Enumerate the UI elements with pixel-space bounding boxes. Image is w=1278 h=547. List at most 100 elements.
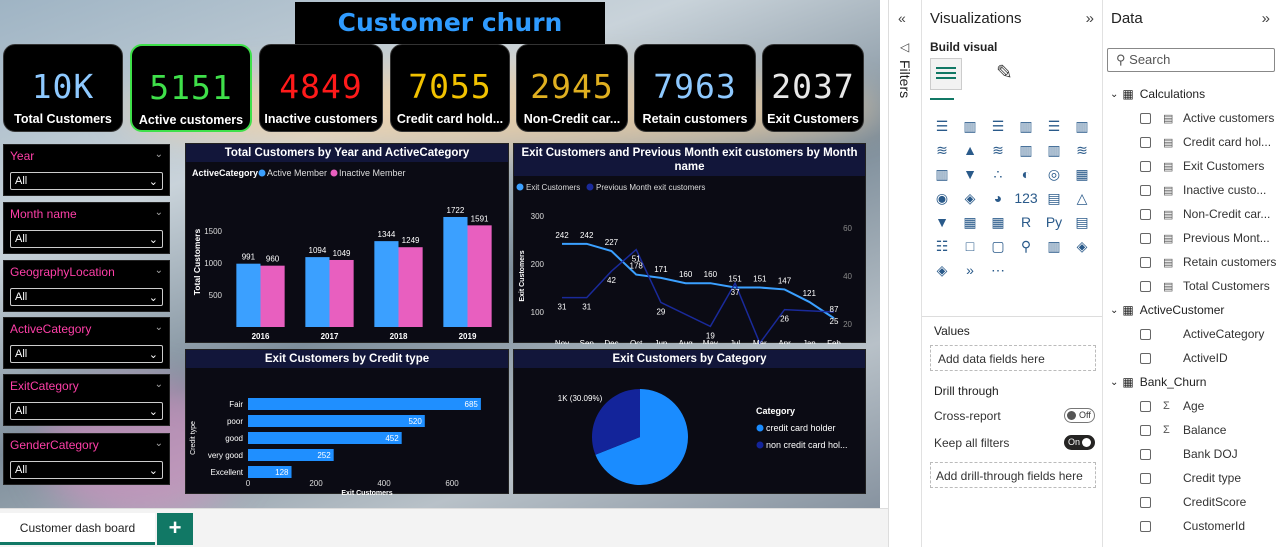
power-apps-icon[interactable]: ◈ — [1070, 234, 1094, 258]
decomposition-tree-icon[interactable]: ☷ — [930, 234, 954, 258]
filled-map-icon[interactable]: ◈ — [958, 186, 982, 210]
clustered-column-icon[interactable]: ▥ — [1014, 114, 1038, 138]
100-bar-icon[interactable]: ☰ — [1042, 114, 1066, 138]
scatter-icon[interactable]: ∴ — [986, 162, 1010, 186]
kpi-card[interactable]: 2037 Exit Customers — [762, 44, 864, 132]
area-chart-icon[interactable]: ▲ — [958, 138, 982, 162]
add-drill-through-well[interactable]: Add drill-through fields here — [930, 462, 1096, 488]
chevron-down-icon[interactable]: ⌄ — [155, 149, 163, 163]
pie-chart-category[interactable]: Exit Customers by Category 1K (69.91%)1K… — [513, 349, 866, 505]
pie-icon[interactable]: ◐ — [1014, 162, 1038, 186]
card-icon[interactable]: 123 — [1014, 186, 1038, 210]
kpi-card[interactable]: 7963 Retain customers — [634, 44, 756, 132]
slicer[interactable]: Year ⌄ All ⌄ — [3, 144, 170, 196]
chevron-down-icon[interactable]: ⌄ — [155, 265, 163, 279]
field-checkbox[interactable] — [1140, 160, 1151, 172]
ribbon-chart-icon[interactable]: ≋ — [1070, 138, 1094, 162]
kpi-card[interactable]: 7055 Credit card hold... — [390, 44, 510, 132]
slicer[interactable]: ExitCategory ⌄ All ⌄ — [3, 374, 170, 426]
line-chart-month[interactable]: Exit Customers and Previous Month exit c… — [513, 143, 866, 357]
narrative-icon[interactable]: ▢ — [986, 234, 1010, 258]
qa-icon[interactable]: □ — [958, 234, 982, 258]
slicer-dropdown[interactable]: All ⌄ — [10, 230, 163, 248]
table-group[interactable]: ⌄ ▦ ActiveCustomer — [1110, 303, 1224, 317]
field-checkbox[interactable] — [1140, 472, 1151, 484]
stacked-column-icon[interactable]: ▥ — [958, 114, 982, 138]
field-item[interactable]: ▤ Previous Mont... — [1140, 231, 1270, 245]
waterfall-icon[interactable]: ▥ — [930, 162, 954, 186]
field-checkbox[interactable] — [1140, 328, 1151, 340]
chevron-down-icon[interactable]: ⌄ — [1110, 377, 1118, 388]
hbar-chart-credit[interactable]: Exit Customers by Credit type Fair 685 poo… — [185, 349, 509, 497]
field-checkbox[interactable] — [1140, 280, 1151, 292]
field-item[interactable]: ▤ Total Customers — [1140, 279, 1270, 293]
add-data-fields-well[interactable]: Add data fields here — [930, 345, 1096, 371]
kpi-icon[interactable]: △ — [1070, 186, 1094, 210]
chevron-down-icon[interactable]: ⌄ — [1110, 305, 1118, 316]
slicer-dropdown[interactable]: All ⌄ — [10, 172, 163, 190]
field-item[interactable]: ▤ Retain customers — [1140, 255, 1276, 269]
format-visual-icon[interactable]: ✎ — [996, 60, 1013, 85]
slicer-dropdown[interactable]: All ⌄ — [10, 345, 163, 363]
field-item[interactable]: Σ Age — [1140, 399, 1204, 413]
100-column-icon[interactable]: ▥ — [1070, 114, 1094, 138]
field-checkbox[interactable] — [1140, 232, 1151, 244]
collapse-chevron-icon[interactable]: » — [1262, 10, 1270, 27]
field-item[interactable]: ActiveID — [1140, 351, 1228, 365]
filters-label[interactable]: Filters — [897, 60, 913, 98]
stacked-bar-icon[interactable]: ☰ — [930, 114, 954, 138]
field-item[interactable]: ActiveCategory — [1140, 327, 1264, 341]
chevron-down-icon[interactable]: ⌄ — [155, 438, 163, 452]
funnel-icon[interactable]: ▼ — [958, 162, 982, 186]
gauge-icon[interactable]: ◕ — [986, 186, 1010, 210]
build-visual-icon[interactable] — [930, 58, 962, 90]
page-tab-customer-dash-board[interactable]: Customer dash board — [0, 513, 155, 545]
r-visual-icon[interactable]: R — [1014, 210, 1038, 234]
field-checkbox[interactable] — [1140, 136, 1151, 148]
stacked-area-icon[interactable]: ≋ — [986, 138, 1010, 162]
multi-row-card-icon[interactable]: ▤ — [1042, 186, 1066, 210]
field-checkbox[interactable] — [1140, 424, 1151, 436]
field-item[interactable]: Σ Balance — [1140, 423, 1226, 437]
bar-chart-year[interactable]: Total Customers by Year and ActiveCatego… — [185, 143, 509, 355]
field-checkbox[interactable] — [1140, 352, 1151, 364]
field-checkbox[interactable] — [1140, 208, 1151, 220]
treemap-icon[interactable]: ▦ — [1070, 162, 1094, 186]
slicer-dropdown[interactable]: All ⌄ — [10, 288, 163, 306]
more-visuals-icon[interactable]: ⋯ — [986, 258, 1010, 282]
line-clustered-icon[interactable]: ▥ — [1042, 138, 1066, 162]
table-icon[interactable]: ▦ — [958, 210, 982, 234]
chevron-down-icon[interactable]: ⌄ — [155, 322, 163, 336]
collapse-chevron-icon[interactable]: » — [1086, 10, 1094, 27]
line-column-icon[interactable]: ▥ — [1014, 138, 1038, 162]
chevron-down-icon[interactable]: ⌄ — [1110, 89, 1118, 100]
slicer-dropdown[interactable]: All ⌄ — [10, 402, 163, 420]
field-checkbox[interactable] — [1140, 112, 1151, 124]
power-automate-icon[interactable]: » — [958, 258, 982, 282]
field-checkbox[interactable] — [1140, 520, 1151, 532]
python-visual-icon[interactable]: Py — [1042, 210, 1066, 234]
field-checkbox[interactable] — [1140, 184, 1151, 196]
goals-icon[interactable]: ⚲ — [1014, 234, 1038, 258]
field-checkbox[interactable] — [1140, 256, 1151, 268]
add-page-button[interactable]: + — [157, 513, 193, 545]
field-item[interactable]: Credit type — [1140, 471, 1241, 485]
matrix-icon[interactable]: ▦ — [986, 210, 1010, 234]
field-checkbox[interactable] — [1140, 496, 1151, 508]
expand-chevron-icon[interactable]: « — [898, 10, 906, 26]
slicer[interactable]: GenderCategory ⌄ All ⌄ — [3, 433, 170, 485]
field-item[interactable]: CreditScore — [1140, 495, 1246, 509]
line-chart-icon[interactable]: ≋ — [930, 138, 954, 162]
filters-pane-collapsed[interactable]: « ◁ Filters — [888, 0, 921, 547]
kpi-card[interactable]: 10K Total Customers — [3, 44, 123, 132]
slicer[interactable]: GeographyLocation ⌄ All ⌄ — [3, 260, 170, 312]
map-icon[interactable]: ◉ — [930, 186, 954, 210]
kpi-card[interactable]: 4849 Inactive customers — [259, 44, 383, 132]
chevron-down-icon[interactable]: ⌄ — [155, 379, 163, 393]
key-influencers-icon[interactable]: ▤ — [1070, 210, 1094, 234]
chevron-down-icon[interactable]: ⌄ — [155, 207, 163, 221]
table-group[interactable]: ⌄ ▦ Calculations — [1110, 87, 1205, 101]
field-checkbox[interactable] — [1140, 400, 1151, 412]
kpi-card[interactable]: 2945 Non-Credit car... — [516, 44, 628, 132]
clustered-bar-icon[interactable]: ☰ — [986, 114, 1010, 138]
